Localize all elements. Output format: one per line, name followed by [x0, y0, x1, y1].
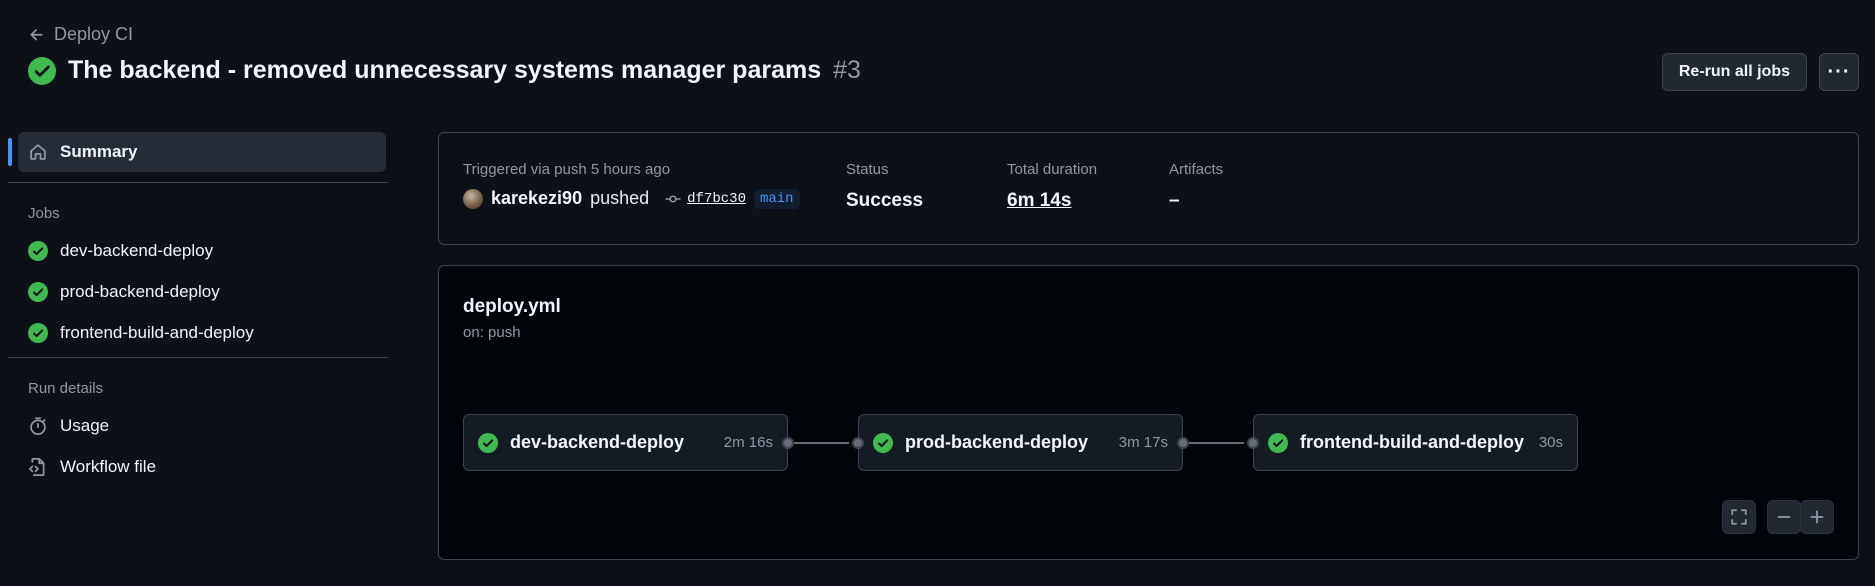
success-check-icon: [28, 56, 56, 85]
job-name: prod-backend-deploy: [905, 432, 1089, 452]
sidebar-job-label: prod-backend-deploy: [60, 281, 220, 301]
sidebar-job-label: frontend-build-and-deploy: [60, 322, 254, 342]
sidebar-job-item[interactable]: dev-backend-deploy: [8, 230, 388, 271]
duration-value-link[interactable]: 6m 14s: [1007, 190, 1097, 212]
zoom-in-button[interactable]: [1800, 500, 1834, 534]
sidebar-item-workflow-file[interactable]: Workflow file: [8, 446, 388, 487]
job-duration: 3m 17s: [1118, 434, 1168, 451]
sidebar-item-usage-label: Usage: [60, 415, 110, 435]
artifacts-info: Artifacts –: [1169, 161, 1223, 212]
artifacts-label: Artifacts: [1169, 161, 1224, 178]
trigger-text: Triggered via push 5 hours ago: [463, 161, 671, 178]
stopwatch-icon: [30, 416, 46, 435]
branch-label[interactable]: main: [753, 188, 800, 209]
job-node-frontend-build-and-deploy[interactable]: frontend-build-and-deploy 30s: [1247, 414, 1578, 471]
job-duration: 30s: [1538, 434, 1563, 451]
output-port: [1177, 437, 1189, 449]
active-indicator: [8, 138, 12, 166]
run-details-heading: Run details: [28, 380, 104, 397]
trigger-info: Triggered via push 5 hours ago karekezi9…: [463, 161, 800, 209]
run-summary-card: Triggered via push 5 hours ago karekezi9…: [438, 132, 1859, 245]
sidebar-job-item[interactable]: frontend-build-and-deploy: [8, 312, 388, 353]
fullscreen-button[interactable]: [1722, 500, 1756, 534]
zoom-out-button[interactable]: [1767, 500, 1801, 534]
sidebar-item-usage[interactable]: Usage: [8, 405, 388, 446]
job-connector: [1184, 442, 1244, 444]
status-value: Success: [846, 190, 924, 211]
rerun-all-jobs-button[interactable]: Re-run all jobs: [1661, 53, 1807, 91]
run-number: #3: [833, 56, 861, 84]
success-check-icon: [1268, 432, 1288, 453]
job-duration: 2m 16s: [723, 434, 773, 451]
user-link[interactable]: karekezi90: [491, 188, 582, 209]
success-check-icon: [28, 322, 48, 343]
workflow-graph-card: deploy.yml on: push dev-backend-deploy 2…: [438, 265, 1859, 560]
input-port: [1247, 437, 1259, 449]
avatar[interactable]: [463, 188, 483, 209]
page-title: The backend - removed unnecessary system…: [68, 56, 822, 84]
status-label: Status: [846, 161, 889, 178]
plus-icon: [1810, 510, 1824, 524]
workflow-trigger: on: push: [463, 324, 521, 341]
job-name: dev-backend-deploy: [510, 432, 685, 452]
home-icon: [30, 144, 46, 160]
sidebar-item-summary[interactable]: Summary: [8, 132, 386, 172]
sidebar-item-workflow-file-label: Workflow file: [60, 456, 157, 476]
job-name: frontend-build-and-deploy: [1300, 432, 1524, 452]
job-connector: [789, 442, 849, 444]
job-node-prod-backend-deploy[interactable]: prod-backend-deploy 3m 17s: [852, 414, 1189, 471]
push-action: pushed: [590, 188, 650, 208]
sidebar: Summary Jobs dev-backend-deploy prod-bac…: [8, 132, 388, 487]
sidebar-job-item[interactable]: prod-backend-deploy: [8, 271, 388, 312]
output-port: [782, 437, 794, 449]
arrow-left-icon: [30, 28, 43, 40]
success-check-icon: [873, 432, 893, 453]
back-link-label: Deploy CI: [54, 24, 134, 44]
sidebar-item-summary-label: Summary: [60, 142, 138, 161]
artifacts-value: –: [1169, 190, 1180, 211]
file-code-icon: [29, 457, 45, 476]
duration-label: Total duration: [1007, 161, 1098, 178]
header-actions: Re-run all jobs ···: [1661, 53, 1859, 91]
input-port: [852, 437, 864, 449]
sidebar-divider: [8, 357, 388, 358]
success-check-icon: [28, 281, 48, 302]
more-options-button[interactable]: ···: [1819, 53, 1859, 91]
sidebar-job-label: dev-backend-deploy: [60, 240, 214, 260]
workflow-file-name: deploy.yml: [463, 296, 561, 317]
duration-info: Total duration 6m 14s: [1007, 161, 1097, 212]
fullscreen-icon: [1731, 509, 1747, 525]
git-commit-icon: [665, 194, 681, 203]
commit-sha-link[interactable]: df7bc30: [687, 191, 746, 207]
success-check-icon: [28, 240, 48, 261]
run-title-row: The backend - removed unnecessary system…: [28, 56, 861, 85]
jobs-heading: Jobs: [28, 205, 60, 222]
back-link[interactable]: Deploy CI: [28, 24, 133, 45]
sidebar-divider: [8, 182, 388, 183]
job-node-dev-backend-deploy[interactable]: dev-backend-deploy 2m 16s: [463, 414, 794, 471]
minus-icon: [1777, 516, 1791, 518]
status-info: Status Success: [846, 161, 923, 212]
success-check-icon: [478, 432, 498, 453]
